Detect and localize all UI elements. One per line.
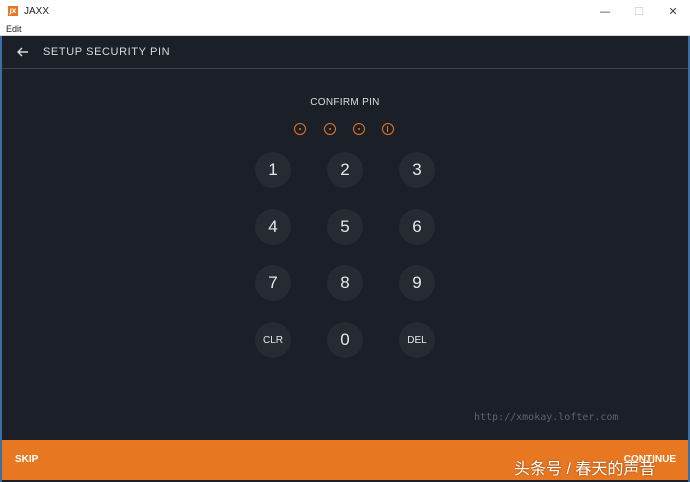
key-6[interactable]: 6 (399, 209, 435, 245)
close-button[interactable]: ✕ (656, 0, 690, 22)
window-title: JAXX (24, 5, 50, 17)
page-title: SETUP SECURITY PIN (43, 46, 171, 58)
skip-button[interactable]: SKIP (15, 454, 38, 465)
title-bar: JX JAXX — ☐ ✕ (0, 0, 690, 22)
page-header: SETUP SECURITY PIN (2, 36, 688, 69)
pin-dot-filled (353, 123, 365, 135)
key-3[interactable]: 3 (399, 152, 435, 188)
confirm-pin-label: CONFIRM PIN (310, 97, 380, 108)
key-1[interactable]: 1 (255, 152, 291, 188)
key-8[interactable]: 8 (327, 265, 363, 301)
clear-button[interactable]: CLR (255, 322, 291, 358)
maximize-button[interactable]: ☐ (622, 0, 656, 22)
pin-dot-active (382, 123, 394, 135)
pin-indicator (294, 123, 404, 137)
watermark-url: http://xmokay.lofter.com (474, 412, 619, 423)
pin-dot-filled (294, 123, 306, 135)
arrow-left-icon[interactable] (16, 45, 30, 59)
key-2[interactable]: 2 (327, 152, 363, 188)
overlay-caption: 头条号 / 春天的声音 (514, 461, 656, 478)
pin-dot-filled (324, 123, 336, 135)
key-0[interactable]: 0 (327, 322, 363, 358)
key-4[interactable]: 4 (255, 209, 291, 245)
app-window: JX JAXX — ☐ ✕ Edit SETUP SECURITY PIN CO… (0, 0, 690, 482)
key-7[interactable]: 7 (255, 265, 291, 301)
key-9[interactable]: 9 (399, 265, 435, 301)
window-controls: — ☐ ✕ (588, 0, 690, 22)
minimize-button[interactable]: — (588, 0, 622, 22)
delete-button[interactable]: DEL (399, 322, 435, 358)
menu-item-edit[interactable]: Edit (6, 24, 22, 34)
key-5[interactable]: 5 (327, 209, 363, 245)
jaxx-logo-icon: JX (8, 6, 18, 16)
menu-bar: Edit (0, 22, 690, 36)
